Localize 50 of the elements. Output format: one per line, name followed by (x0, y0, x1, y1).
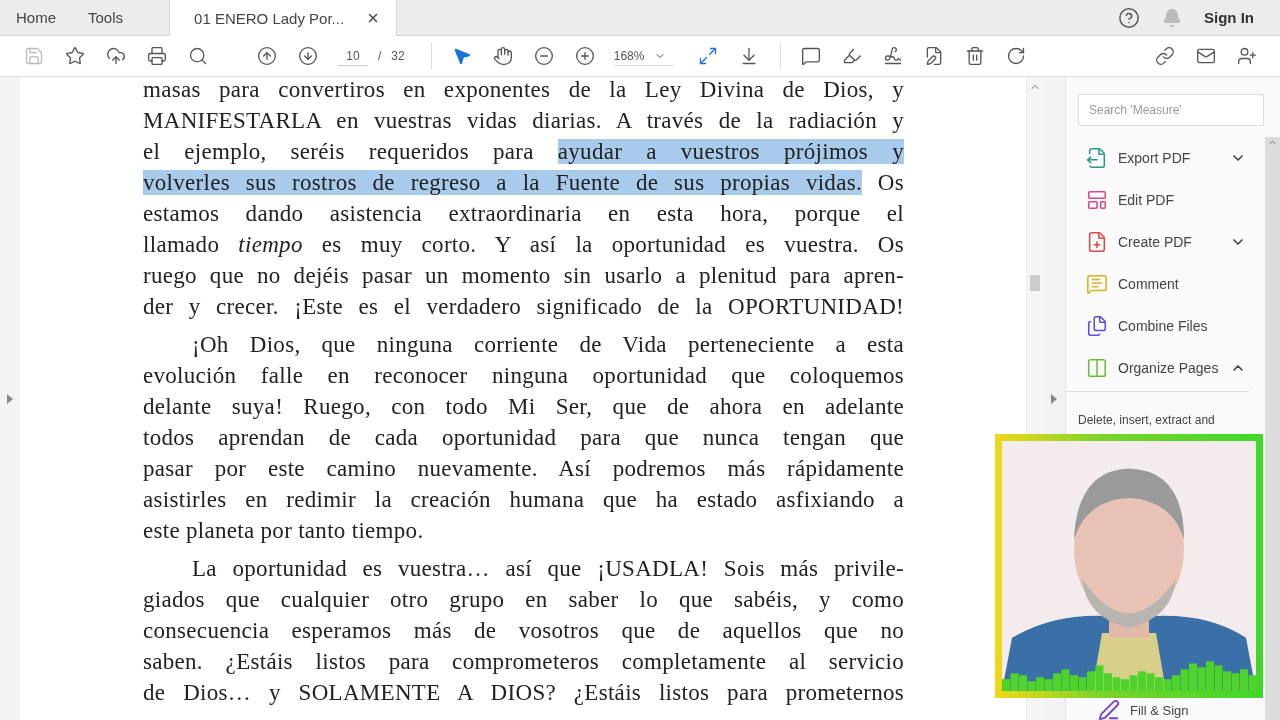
tab[interactable]: Home (0, 0, 72, 35)
hand-icon[interactable] (493, 46, 514, 66)
search-field[interactable]: Search 'Measure' (1078, 94, 1264, 126)
tool-item[interactable]: Combine Files (1078, 305, 1246, 347)
trash-icon[interactable] (965, 46, 986, 66)
fit-page-icon[interactable] (698, 46, 719, 66)
paragraph: ¡Oh Dios, que ninguna corriente de Vida perteneciente a esta evolución falle en reconocer ninguna oportunidad que coloquemos delante suya! Ruego, con todo Mi Ser, que de ahora en adelante todos aprendan de cada oportunidad para que nunca tengan que pasar por este camino nuevamente. Así podremos más rápidamente asistirles en redimir la creación humana que ha estado asfixiando a este planeta por tanto tiempo. (143, 331, 904, 545)
tool-item[interactable]: Export PDF (1078, 137, 1246, 179)
highlighter-icon[interactable] (842, 46, 863, 66)
star-icon[interactable] (64, 46, 85, 66)
tab[interactable]: 01 ENERO Lady Por... (169, 0, 398, 36)
expand-left-icon[interactable] (7, 393, 13, 404)
tool-label: Create PDF (1118, 234, 1193, 250)
print-icon[interactable] (146, 46, 167, 66)
collapse-panel-icon[interactable] (1051, 393, 1057, 404)
page-number-field[interactable]: 10 (338, 46, 368, 66)
tool-label: Edit PDF (1118, 192, 1175, 208)
tool-label: Combine Files (1118, 318, 1209, 334)
tool-label: Export PDF (1118, 150, 1192, 166)
tool-description: Delete, insert, extract and (1078, 412, 1216, 428)
tool-label: Organize Pages (1118, 360, 1220, 376)
rotate-icon[interactable] (1006, 46, 1027, 66)
mail-icon[interactable] (1195, 46, 1216, 66)
paragraph: La oportunidad es vuestra… así que ¡USADLA! Sois más privile- giados que cualquier otro grupo en saber lo que sabéis, y como consecuencia esperamos más de vosotros que de aquellos que no saben. ¿Estáis listos para comprometeros completamente al servicio de Dios… y SOLAMENTE A DIOS? ¿Estáis listos para prometernos (143, 555, 904, 707)
sign-in-link[interactable]: Sign In (1204, 9, 1254, 26)
scroll-thumb[interactable] (1030, 275, 1040, 291)
arrow-up-icon[interactable] (256, 46, 277, 66)
help-icon[interactable] (1118, 6, 1140, 29)
tab[interactable]: Tools (72, 0, 140, 35)
page-separator: / (378, 49, 382, 63)
comment-icon[interactable] (801, 46, 822, 66)
tool-item[interactable]: Edit PDF (1078, 179, 1246, 221)
zoom-in-icon[interactable] (575, 46, 596, 66)
tool-label: Comment (1118, 276, 1180, 292)
zoom-out-icon[interactable] (534, 46, 555, 66)
search-icon[interactable] (187, 46, 208, 66)
sign-icon[interactable] (883, 46, 904, 66)
share-link-icon[interactable] (1154, 46, 1175, 66)
pointer-icon[interactable] (452, 46, 473, 66)
paragraph: masas para convertiros en exponentes de la Ley Divina de Dios, y MANIFESTARLA en vuestras vidas diarias. A través de la radiación y el ejemplo, seréis requeridos para ayudar a vuestros prójimos y volverles sus rostros de regreso a la Fuente de sus propias vidas. Os estamos dando asistencia extraordinaria en esta hora, porque el llamado tiempo es muy corto. Y así la oportunidad es vuestra. Os ruego que no dejéis pasar un momento sin usarlo a plenitud para apren- der y crecer. ¡Este es el verdadero significado de la OPORTUNIDAD! (143, 77, 904, 321)
tool-item[interactable]: Fill & Sign (1066, 700, 1265, 720)
cloud-upload-icon[interactable] (105, 46, 126, 66)
tool-item[interactable]: Create PDF (1078, 221, 1246, 263)
tool-label: Fill & Sign (1130, 702, 1189, 718)
arrow-down-icon[interactable] (297, 46, 318, 66)
page-total: 32 (391, 49, 405, 63)
add-user-icon[interactable] (1236, 46, 1257, 66)
zoom-dropdown[interactable]: 168% (613, 46, 674, 66)
tool-item[interactable]: Comment (1078, 263, 1246, 305)
tool-item[interactable]: Organize Pages (1078, 347, 1246, 389)
